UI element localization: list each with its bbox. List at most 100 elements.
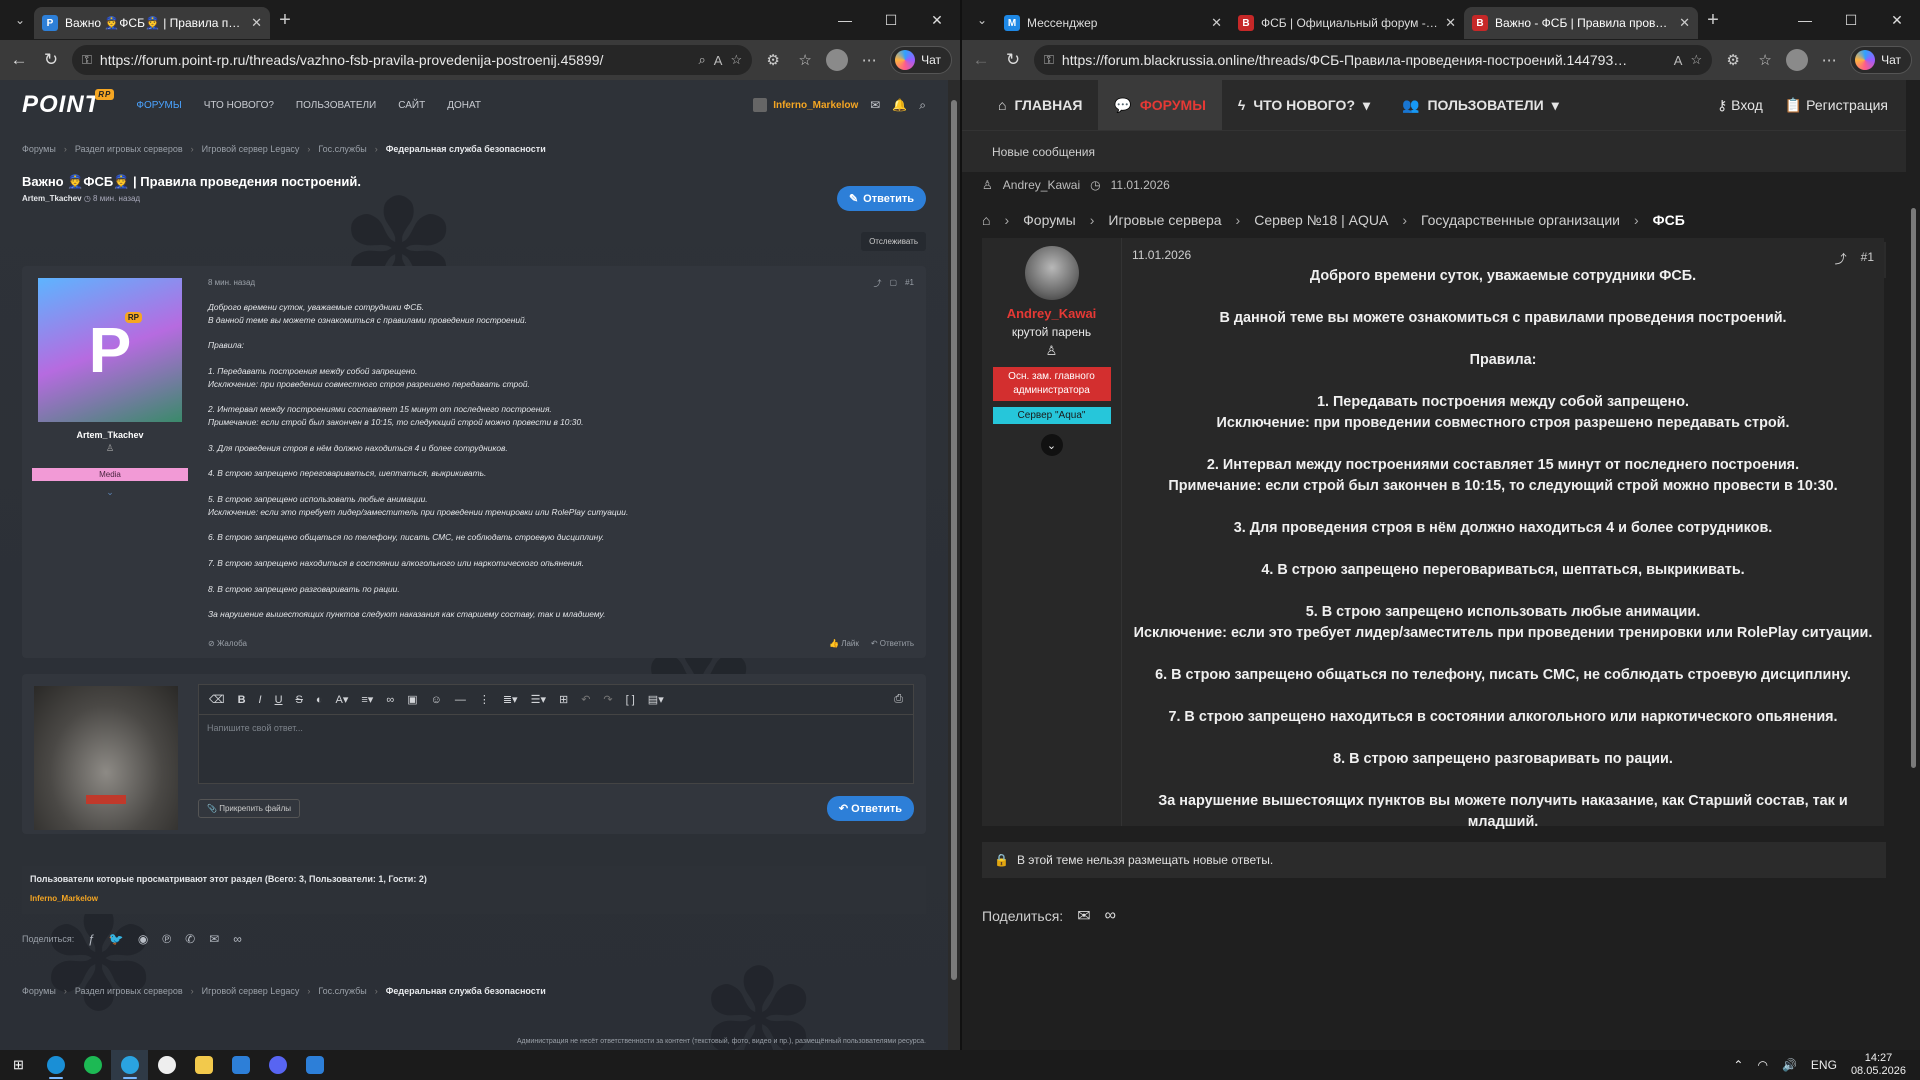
address-bar[interactable]: ⚿ https://forum.point-rp.ru/threads/vazh… bbox=[72, 45, 753, 75]
align-icon[interactable]: ≣▾ bbox=[503, 693, 518, 706]
close-tab-icon[interactable]: ✕ bbox=[251, 15, 262, 31]
tray-overflow-icon[interactable]: ⌃ bbox=[1733, 1058, 1743, 1072]
site-info-icon[interactable]: ⚿ bbox=[1044, 52, 1054, 68]
image-icon[interactable]: ▣ bbox=[407, 693, 417, 706]
post-author[interactable]: Andrey_Kawai bbox=[1007, 306, 1097, 321]
favorites-icon[interactable]: ☆ bbox=[794, 51, 816, 69]
left-scrollbar[interactable] bbox=[948, 80, 960, 1050]
bookmark-icon[interactable]: ▢ bbox=[890, 278, 898, 289]
font-size-icon[interactable]: A▾ bbox=[336, 693, 349, 706]
breadcrumb-item[interactable]: Гос.службы bbox=[318, 144, 366, 154]
post-number[interactable]: #1 bbox=[905, 278, 914, 289]
left-tab-active[interactable]: P Важно 👮ФСБ👮 | Правила прове… ✕ bbox=[34, 7, 270, 39]
breadcrumb-item[interactable]: Игровой сервер Legacy bbox=[202, 986, 300, 996]
viewer-user[interactable]: Inferno_Markelow bbox=[22, 884, 926, 903]
reply-button[interactable]: ✎ Ответить bbox=[836, 186, 926, 211]
profile-icon[interactable] bbox=[1786, 49, 1809, 71]
github-icon[interactable] bbox=[148, 1050, 185, 1080]
strikethrough-icon[interactable]: S bbox=[296, 694, 303, 706]
wifi-icon[interactable]: ◠ bbox=[1757, 1058, 1767, 1072]
breadcrumb-item[interactable]: Раздел игровых серверов bbox=[75, 986, 183, 996]
nav-site[interactable]: САЙТ bbox=[398, 100, 425, 111]
maximize-icon[interactable]: ☐ bbox=[1828, 12, 1874, 29]
nav-users[interactable]: ПОЛЬЗОВАТЕЛИ bbox=[296, 100, 376, 111]
chevron-down-icon[interactable]: ⌄ bbox=[1040, 434, 1063, 456]
login-link[interactable]: ⚷ Вход bbox=[1717, 97, 1763, 114]
read-aloud-icon[interactable]: A bbox=[714, 53, 723, 68]
link-icon[interactable]: ∞ bbox=[386, 694, 394, 706]
eraser-icon[interactable]: ⌫ bbox=[209, 693, 225, 706]
table-icon[interactable]: ⊞ bbox=[559, 693, 568, 706]
report-link[interactable]: ⊘ Жалоба bbox=[208, 639, 247, 648]
tab-messenger[interactable]: M Мессенджер ✕ bbox=[996, 7, 1230, 39]
thread-author[interactable]: Andrey_Kawai bbox=[1003, 178, 1080, 192]
breadcrumb-item[interactable]: Гос.службы bbox=[318, 986, 366, 996]
facebook-icon[interactable]: ƒ bbox=[88, 932, 95, 946]
extensions-icon[interactable]: ⚙ bbox=[762, 51, 784, 69]
undo-icon[interactable]: ↶ bbox=[581, 693, 590, 706]
share-icon[interactable]: ⤴ bbox=[1835, 250, 1847, 267]
breadcrumb-item[interactable]: Игровые сервера bbox=[1108, 212, 1221, 228]
preview-icon[interactable]: ⎙ bbox=[894, 693, 903, 706]
underline-icon[interactable]: U bbox=[275, 694, 283, 706]
copilot-button[interactable]: Чат bbox=[890, 46, 952, 74]
more-menu-icon[interactable]: ⋯ bbox=[1818, 51, 1840, 69]
edge-icon[interactable] bbox=[37, 1050, 74, 1080]
maximize-icon[interactable]: ☐ bbox=[868, 12, 914, 29]
nav-forums[interactable]: ФОРУМЫ bbox=[136, 100, 181, 111]
email-icon[interactable]: ✉ bbox=[209, 932, 219, 946]
point-app-icon[interactable] bbox=[296, 1050, 333, 1080]
zoom-icon[interactable]: ⌕ bbox=[698, 52, 705, 68]
tab-list-icon[interactable]: ⌄ bbox=[6, 6, 34, 34]
clock[interactable]: 14:27 08.05.2026 bbox=[1851, 1052, 1906, 1078]
close-tab-icon[interactable]: ✕ bbox=[1679, 15, 1690, 31]
nav-whats-new[interactable]: ЧТО НОВОГО? bbox=[204, 100, 274, 111]
more-menu-icon[interactable]: ⋯ bbox=[858, 51, 880, 69]
post-date[interactable]: 8 мин. назад bbox=[208, 278, 916, 287]
share-icon[interactable]: ⤴ bbox=[874, 278, 882, 289]
reply-link[interactable]: ↶ Ответить bbox=[871, 639, 914, 648]
breadcrumb-item[interactable]: Форумы bbox=[22, 986, 56, 996]
post-author[interactable]: Artem_Tkachev bbox=[76, 430, 143, 440]
right-scrollbar[interactable] bbox=[1906, 80, 1920, 1050]
plus-icon[interactable]: + bbox=[270, 9, 300, 32]
breadcrumb-item[interactable]: Форумы bbox=[1023, 212, 1076, 228]
save-draft-icon[interactable]: ▤▾ bbox=[648, 693, 664, 706]
color-icon[interactable]: ◐ bbox=[316, 694, 323, 706]
point-logo[interactable]: POINT RP bbox=[22, 89, 115, 119]
scrollbar-thumb[interactable] bbox=[1911, 208, 1916, 768]
breadcrumb-current[interactable]: Федеральная служба безопасности bbox=[386, 986, 546, 996]
breadcrumb-current[interactable]: Федеральная служба безопасности bbox=[386, 144, 546, 154]
post-date[interactable]: 11.01.2026 bbox=[1132, 248, 1874, 262]
close-tab-icon[interactable]: ✕ bbox=[1445, 15, 1456, 31]
search-icon[interactable]: ⌕ bbox=[919, 98, 926, 113]
current-user-link[interactable]: Inferno_Markelow bbox=[753, 98, 858, 112]
avatar[interactable]: P RP bbox=[38, 278, 182, 422]
italic-icon[interactable]: I bbox=[259, 694, 262, 706]
discord-icon[interactable] bbox=[259, 1050, 296, 1080]
tab-list-icon[interactable]: ⌄ bbox=[968, 6, 996, 34]
nav-whats-new[interactable]: ϟ ЧТО НОВОГО? ▾ bbox=[1222, 80, 1386, 130]
nav-donate[interactable]: ДОНАТ bbox=[447, 100, 481, 111]
avatar[interactable] bbox=[1024, 246, 1079, 300]
file-explorer-icon[interactable] bbox=[185, 1050, 222, 1080]
nav-forums[interactable]: 💬 ФОРУМЫ bbox=[1098, 80, 1222, 130]
bell-icon[interactable]: 🔔 bbox=[892, 98, 907, 112]
plus-icon[interactable]: + bbox=[1698, 9, 1728, 32]
whatsapp-icon[interactable]: ✆ bbox=[185, 932, 195, 946]
attach-files-button[interactable]: 📎 Прикрепить файлы bbox=[198, 799, 301, 818]
like-link[interactable]: 👍 Лайк bbox=[829, 639, 859, 648]
address-bar[interactable]: ⚿ https://forum.blackrussia.online/threa… bbox=[1034, 45, 1713, 75]
bold-icon[interactable]: B bbox=[238, 694, 246, 706]
register-link[interactable]: 📋 Регистрация bbox=[1785, 97, 1888, 114]
reload-icon[interactable]: ↻ bbox=[40, 50, 62, 70]
email-icon[interactable]: ✉ bbox=[1077, 906, 1090, 926]
breadcrumb-item[interactable]: Форумы bbox=[22, 144, 56, 154]
submit-reply-button[interactable]: ↶ Ответить bbox=[826, 796, 914, 821]
tab-fsb-rules[interactable]: B Важно - ФСБ | Правила проведе… ✕ bbox=[1464, 7, 1698, 39]
extensions-icon[interactable]: ⚙ bbox=[1722, 51, 1744, 69]
code-icon[interactable]: [ ] bbox=[626, 694, 635, 706]
emoji-icon[interactable]: ☺ bbox=[431, 694, 442, 706]
mail-icon[interactable]: ✉ bbox=[870, 98, 880, 112]
chevron-down-icon[interactable]: ⌄ bbox=[106, 487, 114, 498]
